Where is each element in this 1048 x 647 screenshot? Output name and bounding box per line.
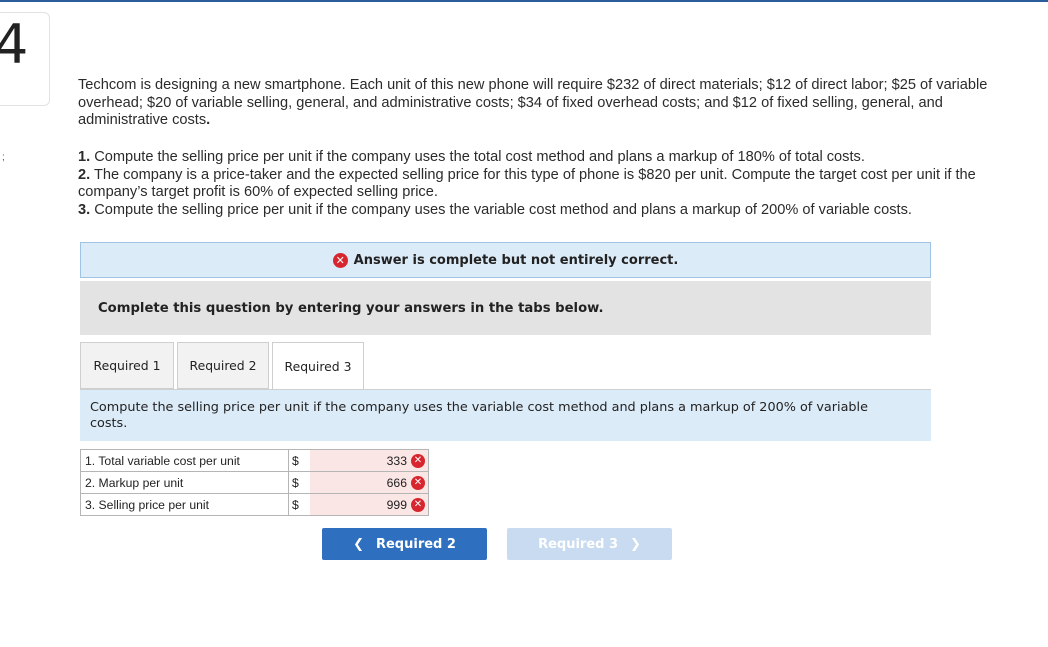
requirement-number: 1.	[78, 149, 91, 165]
intro-end: .	[206, 112, 211, 128]
chevron-right-icon: ❯	[630, 536, 641, 552]
tab-required-2[interactable]: Required 2	[177, 342, 269, 389]
requirements-list: 1. Compute the selling price per unit if…	[78, 149, 1028, 220]
incorrect-icon: ✕	[411, 475, 425, 490]
question-intro: Techcom is designing a new smartphone. E…	[78, 77, 1028, 130]
requirement-text: Compute the selling price per unit if th…	[90, 149, 865, 165]
requirement-number: 3.	[78, 202, 91, 219]
answer-value: 333	[386, 453, 407, 468]
top-rule	[0, 0, 1048, 2]
next-tab-button[interactable]: Required 3 ❯	[507, 528, 672, 560]
requirement-item: 2. The company is a price-taker and the …	[78, 167, 1028, 202]
tab-prompt: Compute the selling price per unit if th…	[80, 390, 931, 441]
requirement-text: Compute the selling price per unit if th…	[90, 202, 912, 219]
instruction-banner: Complete this question by entering your …	[80, 281, 931, 335]
row-label: 3. Selling price per unit	[80, 493, 289, 516]
currency-symbol: $	[288, 449, 310, 472]
instruction-text: Complete this question by entering your …	[98, 300, 604, 316]
incorrect-icon: ✕	[411, 453, 425, 468]
prev-button-label: Required 2	[375, 536, 456, 552]
intro-text: Techcom is designing a new smartphone. E…	[78, 77, 988, 128]
x-circle-icon: ✕	[332, 252, 348, 268]
tab-label: Required 1	[93, 358, 161, 373]
incorrect-icon: ✕	[411, 497, 425, 512]
tab-label: Required 2	[189, 358, 257, 373]
row-label: 1. Total variable cost per unit	[80, 449, 289, 472]
answer-value: 666	[386, 475, 407, 490]
answer-status-alert: ✕ Answer is complete but not entirely co…	[80, 242, 931, 278]
next-button-label: Required 3	[538, 536, 619, 552]
tab-label: Required 3	[284, 359, 352, 374]
answer-input[interactable]: 333 ✕	[310, 449, 429, 472]
tab-required-1[interactable]: Required 1	[80, 342, 174, 389]
prompt-text: Compute the selling price per unit if th…	[90, 400, 868, 431]
prev-tab-button[interactable]: ❮ Required 2	[322, 528, 487, 560]
answer-value: 999	[386, 497, 407, 512]
table-row: 2. Markup per unit $ 666 ✕	[80, 471, 429, 494]
question-number: 4	[0, 13, 29, 76]
table-row: 3. Selling price per unit $ 999 ✕	[80, 493, 429, 516]
row-label: 2. Markup per unit	[80, 471, 289, 494]
currency-symbol: $	[288, 471, 310, 494]
requirement-item: 3. Compute the selling price per unit if…	[78, 202, 1028, 220]
tab-required-3[interactable]: Required 3	[272, 342, 364, 390]
table-row: 1. Total variable cost per unit $ 333 ✕	[80, 449, 429, 472]
requirement-text: The company is a price-taker and the exp…	[78, 166, 976, 201]
side-mark: ;	[2, 152, 5, 163]
answer-input[interactable]: 999 ✕	[310, 493, 429, 516]
currency-symbol: $	[288, 493, 310, 516]
requirement-number: 2.	[78, 166, 91, 183]
answer-table: 1. Total variable cost per unit $ 333 ✕ 2…	[80, 449, 429, 516]
answer-input[interactable]: 666 ✕	[310, 471, 429, 494]
requirement-item: 1. Compute the selling price per unit if…	[78, 149, 1028, 167]
alert-text: Answer is complete but not entirely corr…	[353, 252, 679, 268]
chevron-left-icon: ❮	[353, 536, 364, 552]
